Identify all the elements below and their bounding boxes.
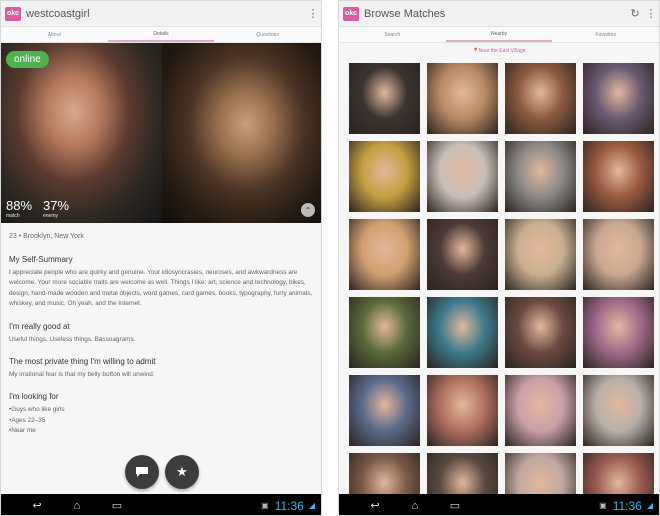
status-time: 11:36 (274, 498, 304, 513)
enemy-label: enemy (43, 213, 59, 219)
match-thumbnail[interactable] (505, 219, 576, 290)
overflow-menu-icon[interactable]: ⋮ (643, 7, 659, 20)
notification-icon: ▣ (261, 501, 269, 510)
match-thumbnail[interactable] (505, 375, 576, 446)
browse-title: Browse Matches (364, 7, 446, 20)
notification-icon: ▣ (599, 501, 607, 510)
profile-location: 23 • Brooklyn, New York (9, 233, 84, 240)
recents-icon[interactable]: ▭ (435, 499, 475, 512)
status-time: 11:36 (612, 498, 642, 513)
tab-favorites[interactable]: Favorites (552, 27, 659, 42)
section-heading: My Self-Summary (9, 255, 73, 264)
section-text: I appreciate people who are quirky and g… (9, 269, 313, 308)
app-logo-icon[interactable]: okc (343, 6, 359, 21)
match-thumbnail[interactable] (349, 375, 420, 446)
profile-photo-1[interactable]: online 88% match 37% enemy (1, 43, 162, 223)
photo-action-icon[interactable]: ⌃ (301, 203, 315, 217)
favorite-button[interactable]: ★ (165, 455, 199, 489)
section-heading: The most private thing I'm willing to ad… (9, 357, 156, 367)
match-thumbnail[interactable] (349, 297, 420, 368)
chat-button[interactable] (125, 455, 159, 489)
match-label: match (6, 213, 20, 219)
profile-photo-2[interactable]: ⌃ (162, 43, 321, 223)
match-stat: 88% match (6, 198, 32, 219)
nearby-location: 📍 Near the East Village (339, 44, 659, 58)
tab-about[interactable]: About (1, 27, 108, 42)
match-thumbnail[interactable] (583, 63, 654, 134)
section-heading: I'm looking for (9, 392, 59, 402)
match-thumbnail[interactable] (349, 219, 420, 290)
recents-icon[interactable]: ▭ (97, 499, 137, 512)
system-nav-bar: ↩ ⌂ ▭ ▣ 11:36 ◢ (339, 494, 659, 515)
match-thumbnail[interactable] (349, 141, 420, 212)
refresh-icon[interactable]: ↻ (627, 7, 643, 20)
profile-screen: okc westcoastgirl ⋮ About Details Questi… (0, 0, 322, 516)
section-text: •Guys who like girls •Ages 22–35 •Near m… (9, 406, 65, 435)
section-text: My irrational fear is that my belly butt… (9, 371, 155, 379)
signal-icon: ◢ (308, 501, 315, 510)
profile-username: westcoastgirl (26, 7, 90, 20)
tab-details[interactable]: Details (107, 27, 215, 42)
nearby-location-text: Near the East Village (478, 48, 526, 54)
app-logo-icon[interactable]: okc (5, 6, 21, 21)
profile-photos: online 88% match 37% enemy ⌃ (1, 43, 321, 223)
tab-questions[interactable]: Questions (214, 27, 321, 42)
section-heading: I'm really good at (9, 321, 70, 331)
match-thumbnail[interactable] (505, 297, 576, 368)
profile-tabs: About Details Questions (1, 27, 321, 43)
browse-screen: okc Browse Matches ↻ ⋮ Search Nearby Fav… (338, 0, 660, 516)
section-text: Useful things. Useless things. Bassoagra… (9, 335, 136, 343)
match-thumbnail[interactable] (583, 141, 654, 212)
match-thumbnail[interactable] (349, 63, 420, 134)
chat-bubble-icon (136, 467, 148, 477)
action-bar: okc Browse Matches ↻ ⋮ (339, 1, 659, 27)
system-nav-bar: ↩ ⌂ ▭ ▣ 11:36 ◢ (1, 494, 321, 515)
star-icon: ★ (176, 464, 188, 479)
enemy-percent: 37% (43, 198, 70, 213)
tab-nearby[interactable]: Nearby (445, 27, 553, 42)
enemy-stat: 37% enemy (43, 198, 69, 219)
match-thumbnail[interactable] (427, 219, 498, 290)
action-bar: okc westcoastgirl ⋮ (1, 1, 321, 27)
match-thumbnail[interactable] (583, 375, 654, 446)
match-thumbnail[interactable] (427, 297, 498, 368)
back-icon[interactable]: ↩ (17, 499, 57, 512)
match-thumbnail[interactable] (505, 141, 576, 212)
overflow-menu-icon[interactable]: ⋮ (305, 7, 321, 20)
browse-tabs: Search Nearby Favorites (339, 27, 659, 43)
match-percent: 88% (6, 198, 33, 213)
home-icon[interactable]: ⌂ (57, 500, 97, 512)
match-thumbnail[interactable] (427, 63, 498, 134)
tab-search[interactable]: Search (339, 27, 446, 42)
match-thumbnail[interactable] (583, 219, 654, 290)
match-thumbnail[interactable] (427, 375, 498, 446)
match-thumbnail[interactable] (583, 297, 654, 368)
online-badge: online (6, 51, 49, 68)
match-thumbnail[interactable] (505, 63, 576, 134)
signal-icon: ◢ (646, 501, 653, 510)
profile-details: 23 • Brooklyn, New York My Self-Summary … (1, 223, 321, 449)
match-thumbnail[interactable] (427, 141, 498, 212)
back-icon[interactable]: ↩ (355, 499, 395, 512)
home-icon[interactable]: ⌂ (395, 500, 435, 512)
